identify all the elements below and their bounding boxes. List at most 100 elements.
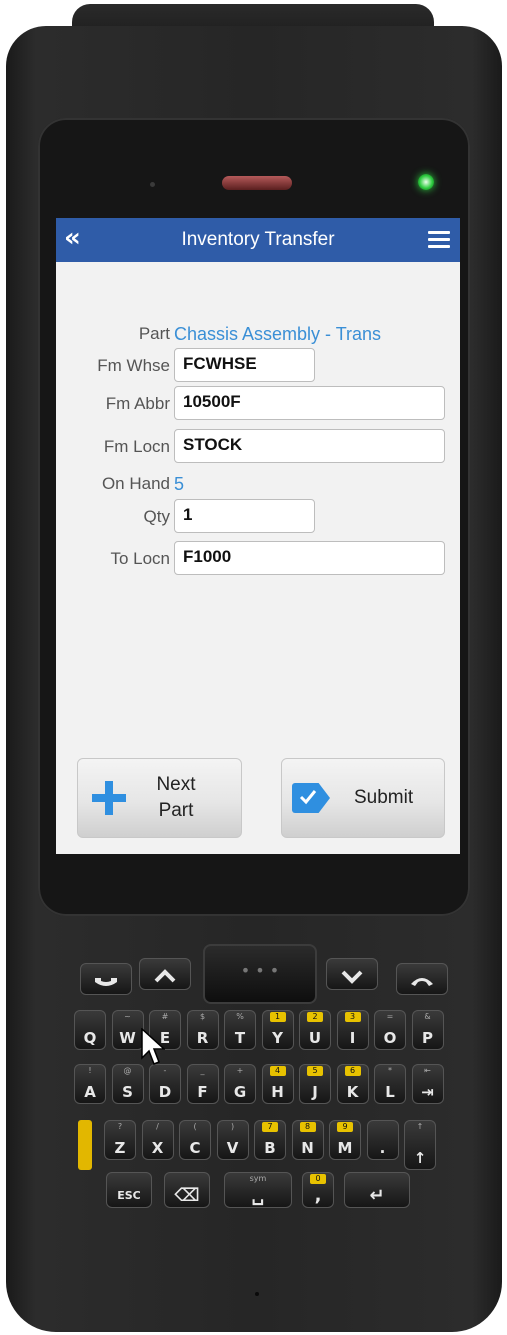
key-sub-label: sym xyxy=(249,1174,267,1183)
qty-input[interactable]: 1 xyxy=(174,499,315,533)
to-locn-input[interactable]: F1000 xyxy=(174,541,445,575)
fm-locn-input[interactable]: STOCK xyxy=(174,429,445,463)
key-label: , xyxy=(314,1185,322,1206)
bottom-key-1[interactable]: ⌫ xyxy=(164,1172,210,1208)
key-f[interactable]: _ F xyxy=(186,1064,219,1104)
on-hand-label: On Hand xyxy=(101,474,170,493)
key-label: Z xyxy=(114,1139,126,1157)
key-label: ESC xyxy=(117,1189,141,1202)
key-sub-label: ↑ xyxy=(416,1122,424,1131)
back-double-chevron-icon[interactable]: « xyxy=(64,224,81,252)
key-m[interactable]: 9M xyxy=(329,1120,361,1160)
next-part-label-line2: Part xyxy=(158,800,194,821)
call-answer-key[interactable] xyxy=(80,963,132,995)
key-n[interactable]: 8N xyxy=(291,1120,324,1160)
fm-locn-label: Fm Locn xyxy=(103,437,170,456)
fm-whse-input[interactable]: FCWHSE xyxy=(174,348,315,382)
key-label: G xyxy=(233,1083,247,1101)
key-q[interactable]: Q xyxy=(74,1010,106,1050)
key-y[interactable]: 1Y xyxy=(261,1010,294,1050)
nav-up-key[interactable] xyxy=(139,958,191,990)
key-label: M xyxy=(337,1139,353,1157)
key-d[interactable]: -D xyxy=(149,1064,181,1104)
next-part-label-line1: Next xyxy=(156,774,196,795)
key-label: Q xyxy=(83,1029,97,1047)
key-r[interactable]: $ R xyxy=(186,1010,219,1050)
key-x[interactable]: / X xyxy=(141,1120,174,1160)
key-label: V xyxy=(226,1139,239,1157)
key-h[interactable]: 4H xyxy=(261,1064,294,1104)
title-bar: « Inventory Transfer xyxy=(56,218,460,262)
key-j[interactable]: 5J xyxy=(299,1064,331,1104)
call-end-key[interactable] xyxy=(396,963,448,995)
key-label: ⌫ xyxy=(174,1185,200,1206)
key-z[interactable]: ? Z xyxy=(104,1120,136,1160)
next-part-button[interactable]: Next Part xyxy=(77,758,242,838)
key-s[interactable]: @ S xyxy=(111,1064,144,1104)
key-sub-label: @ xyxy=(123,1066,132,1075)
key-c[interactable]: (C xyxy=(179,1120,211,1160)
key-label: A xyxy=(84,1083,96,1101)
key-t[interactable]: % T xyxy=(224,1010,256,1050)
key-label: J xyxy=(312,1083,318,1101)
key-w[interactable]: ~ W xyxy=(111,1010,144,1050)
fm-locn-row: Fm Locn STOCK xyxy=(56,429,460,465)
checkmark-tag-icon xyxy=(292,783,330,813)
key-i[interactable]: 3I xyxy=(336,1010,369,1050)
key-u[interactable]: 2U xyxy=(299,1010,331,1050)
scan-trigger-key[interactable]: • • • xyxy=(203,944,317,1004)
submit-label: Submit xyxy=(354,787,414,808)
key-label: C xyxy=(189,1139,201,1157)
key-label: P xyxy=(422,1029,433,1047)
key-sub-label: 6 xyxy=(344,1066,361,1076)
key-sub-label: 4 xyxy=(269,1066,286,1076)
key-k[interactable]: 6K xyxy=(336,1064,369,1104)
key-⇥[interactable]: ⇤ ⇥ xyxy=(411,1064,444,1104)
app-screen: « Inventory Transfer Part Chassis Assemb… xyxy=(56,218,460,854)
speaker-grille xyxy=(222,176,292,190)
key-a[interactable]: ! A xyxy=(74,1064,106,1104)
fm-abbr-input[interactable]: 10500F xyxy=(174,386,445,420)
key-sub-label: ! xyxy=(88,1066,92,1075)
key-↑[interactable]: ↑ ↑ xyxy=(404,1120,436,1170)
key-label: X xyxy=(151,1139,164,1157)
submit-button[interactable]: Submit xyxy=(281,758,445,838)
key-l[interactable]: * L xyxy=(374,1064,406,1104)
key-b[interactable]: 7B xyxy=(254,1120,286,1160)
part-row: Part Chassis Assembly - Trans xyxy=(56,316,460,352)
key-sub-label: 0 xyxy=(310,1174,326,1184)
part-label: Part xyxy=(138,324,170,343)
on-hand-value: 5 xyxy=(174,474,185,494)
device-mic-dot xyxy=(255,1292,259,1296)
fm-abbr-label: Fm Abbr xyxy=(105,394,170,413)
key-p[interactable]: & P xyxy=(411,1010,444,1050)
bottom-key-0[interactable]: ESC xyxy=(106,1172,152,1208)
key-sub-label: ? xyxy=(117,1122,123,1131)
status-led-icon xyxy=(418,174,434,190)
part-value-link[interactable]: Chassis Assembly - Trans xyxy=(174,324,381,345)
bottom-key-2[interactable]: sym ␣ xyxy=(224,1172,292,1208)
key-label: ↑ xyxy=(413,1149,427,1167)
key-label: T xyxy=(234,1029,246,1047)
key-v[interactable]: ) V xyxy=(216,1120,249,1160)
key-period[interactable]: . xyxy=(366,1120,399,1160)
qty-label: Qty xyxy=(143,507,170,526)
key-label: I xyxy=(349,1029,356,1047)
key-label: ⇥ xyxy=(421,1083,434,1101)
key-label: S xyxy=(122,1083,133,1101)
key-label: R xyxy=(196,1029,209,1047)
key-g[interactable]: + G xyxy=(224,1064,256,1104)
key-label: W xyxy=(119,1029,136,1047)
bottom-key-4[interactable]: ↵ xyxy=(344,1172,410,1208)
camera-icon xyxy=(150,182,155,187)
key-sub-label: $ xyxy=(199,1012,206,1021)
yellow-function-key[interactable] xyxy=(78,1120,92,1170)
to-locn-row: To Locn F1000 xyxy=(56,541,460,577)
bottom-key-3[interactable]: 0, xyxy=(302,1172,334,1208)
key-label: U xyxy=(308,1029,322,1047)
key-o[interactable]: = O xyxy=(374,1010,406,1050)
nav-down-key[interactable] xyxy=(326,958,378,990)
to-locn-label: To Locn xyxy=(110,549,170,568)
fm-whse-row: Fm Whse FCWHSE xyxy=(56,348,460,384)
hamburger-menu-icon[interactable] xyxy=(428,231,450,249)
